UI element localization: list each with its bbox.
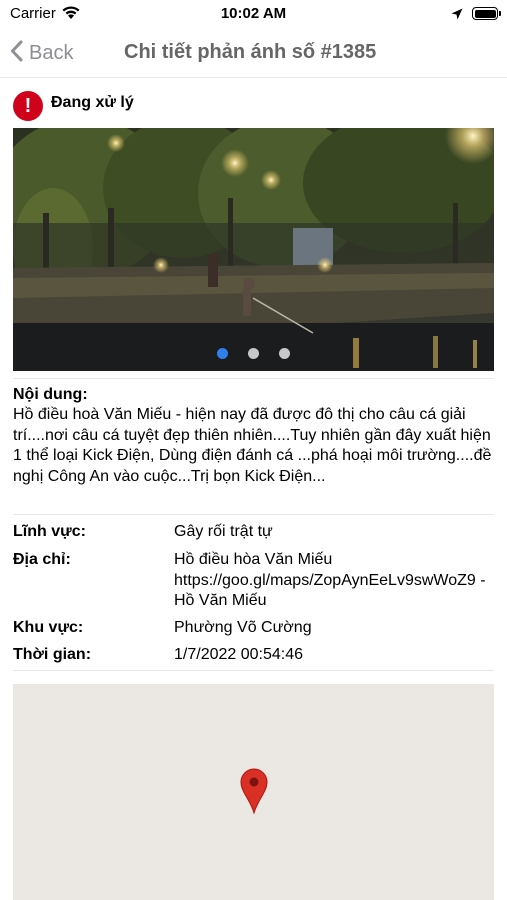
photo-carousel[interactable] [13, 128, 494, 371]
page-title: Chi tiết phản ánh số #1385 [124, 41, 377, 63]
address-label: Địa chỉ: [13, 551, 71, 568]
carousel-dot[interactable] [217, 348, 228, 359]
report-photo [13, 128, 494, 371]
area-value: Phường Võ Cường [174, 619, 312, 636]
clock: 10:02 AM [220, 5, 287, 22]
status-label: Đang xử lý [51, 94, 134, 111]
location-arrow-icon [451, 7, 463, 25]
field-label: Lĩnh vực: [13, 523, 86, 540]
time-value: 1/7/2022 00:54:46 [174, 646, 304, 663]
field-value: Gây rối trật tự [174, 523, 273, 540]
time-label: Thời gian: [13, 646, 92, 663]
divider [13, 514, 494, 515]
carousel-dot[interactable] [279, 348, 290, 359]
chevron-left-icon [10, 40, 23, 67]
divider [13, 378, 494, 379]
battery-icon [472, 7, 501, 20]
divider [13, 670, 494, 671]
status-bar: Carrier 10:02 AM [0, 0, 507, 28]
address-value: Hồ điều hòa Văn Miếu https://goo.gl/maps… [174, 551, 486, 609]
content-label: Nội dung: [13, 386, 88, 403]
map-pin-icon[interactable] [240, 768, 268, 819]
back-label: Back [29, 41, 74, 64]
carousel-dots [13, 348, 494, 359]
location-map[interactable] [13, 684, 494, 900]
report-status: ! Đang xử lý [13, 90, 134, 122]
carousel-dot[interactable] [248, 348, 259, 359]
back-button[interactable]: Back [10, 38, 73, 68]
navigation-bar: Back Chi tiết phản ánh số #1385 [0, 28, 507, 78]
content-text: Hồ điều hoà Văn Miếu - hiện nay đã được … [13, 406, 492, 485]
exclamation-circle-icon: ! [13, 91, 43, 121]
area-label: Khu vực: [13, 619, 84, 636]
